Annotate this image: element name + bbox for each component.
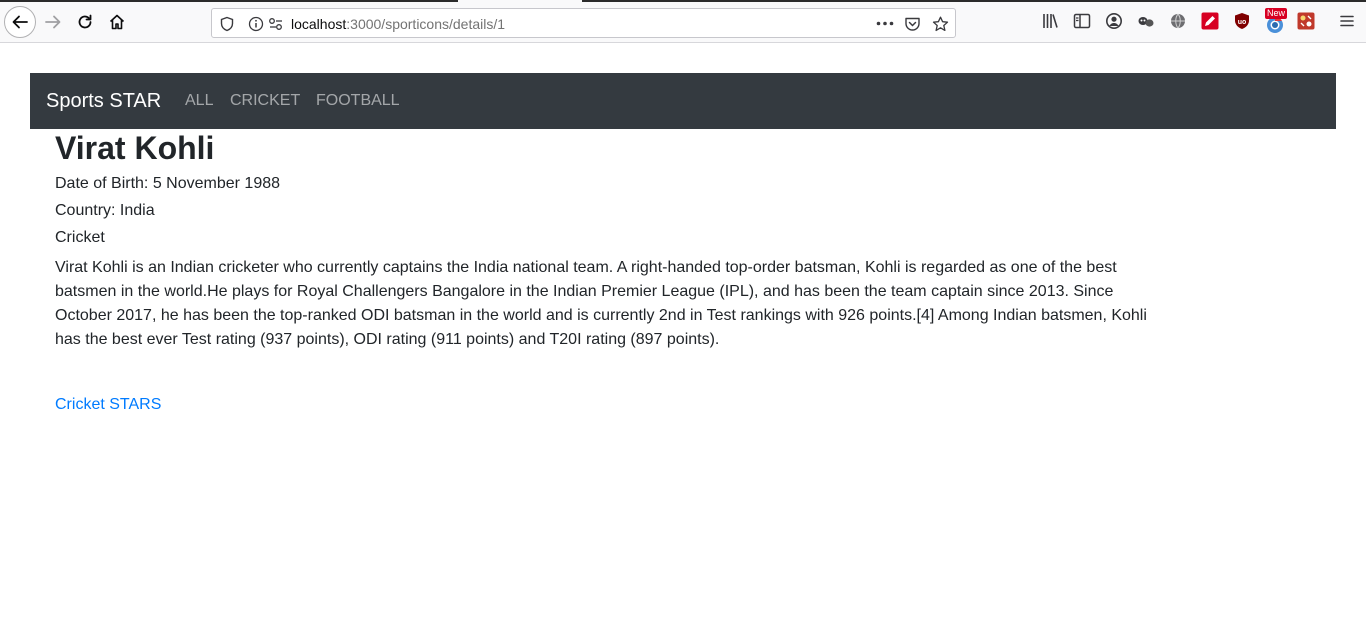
player-details: Virat Kohli Date of Birth: 5 November 19… bbox=[55, 129, 1155, 352]
extension-pen-icon[interactable] bbox=[1201, 12, 1219, 30]
extension-new-button[interactable]: New bbox=[1265, 8, 1289, 34]
url-host: localhost bbox=[291, 16, 347, 32]
nav-link-football[interactable]: FOOTBALL bbox=[316, 91, 400, 111]
pocket-icon[interactable] bbox=[904, 16, 921, 32]
browser-toolbar: localhost:3000/sporticons/details/1 uo N… bbox=[0, 2, 1366, 43]
account-icon[interactable] bbox=[1105, 12, 1123, 30]
hamburger-menu-icon[interactable] bbox=[1338, 12, 1356, 30]
back-button[interactable] bbox=[4, 6, 36, 38]
bookmark-star-icon[interactable] bbox=[932, 16, 949, 32]
new-badge: New bbox=[1265, 8, 1288, 19]
url-bar[interactable]: localhost:3000/sporticons/details/1 bbox=[211, 8, 956, 38]
ellipsis-icon[interactable] bbox=[876, 21, 894, 26]
library-icon[interactable] bbox=[1041, 12, 1059, 30]
extension-mask-icon[interactable] bbox=[1137, 12, 1155, 30]
cricket-stars-link[interactable]: Cricket STARS bbox=[55, 395, 161, 415]
extension-globe-icon[interactable] bbox=[1169, 12, 1187, 30]
nav-link-all[interactable]: ALL bbox=[185, 91, 213, 111]
nav-link-cricket[interactable]: CRICKET bbox=[230, 91, 300, 111]
info-icon[interactable] bbox=[248, 16, 264, 32]
shield-icon[interactable] bbox=[220, 16, 234, 32]
home-button[interactable] bbox=[102, 7, 132, 37]
site-navbar: Sports STAR ALL CRICKET FOOTBALL bbox=[30, 73, 1336, 129]
player-country: Country: India bbox=[55, 202, 155, 219]
player-sport: Cricket bbox=[55, 229, 105, 246]
player-name: Virat Kohli bbox=[55, 130, 215, 166]
url-path: :3000/sporticons/details/1 bbox=[346, 16, 506, 32]
player-dob: Date of Birth: 5 November 1988 bbox=[55, 175, 281, 192]
extension-puzzle-icon[interactable] bbox=[1297, 12, 1315, 30]
forward-button[interactable] bbox=[38, 7, 68, 37]
sidebar-icon[interactable] bbox=[1073, 12, 1091, 30]
player-bio: Virat Kohli is an Indian cricketer who c… bbox=[55, 259, 1147, 348]
ublock-icon[interactable]: uo bbox=[1233, 12, 1251, 30]
reload-button[interactable] bbox=[70, 7, 100, 37]
home-icon bbox=[109, 14, 125, 30]
reload-icon bbox=[78, 14, 92, 29]
arrow-left-icon bbox=[12, 15, 28, 29]
svg-text:uo: uo bbox=[1238, 19, 1247, 26]
permissions-icon[interactable] bbox=[268, 16, 284, 32]
brand-link[interactable]: Sports STAR bbox=[46, 89, 161, 113]
url-text[interactable]: localhost:3000/sporticons/details/1 bbox=[291, 16, 505, 32]
arrow-right-icon bbox=[45, 15, 61, 29]
